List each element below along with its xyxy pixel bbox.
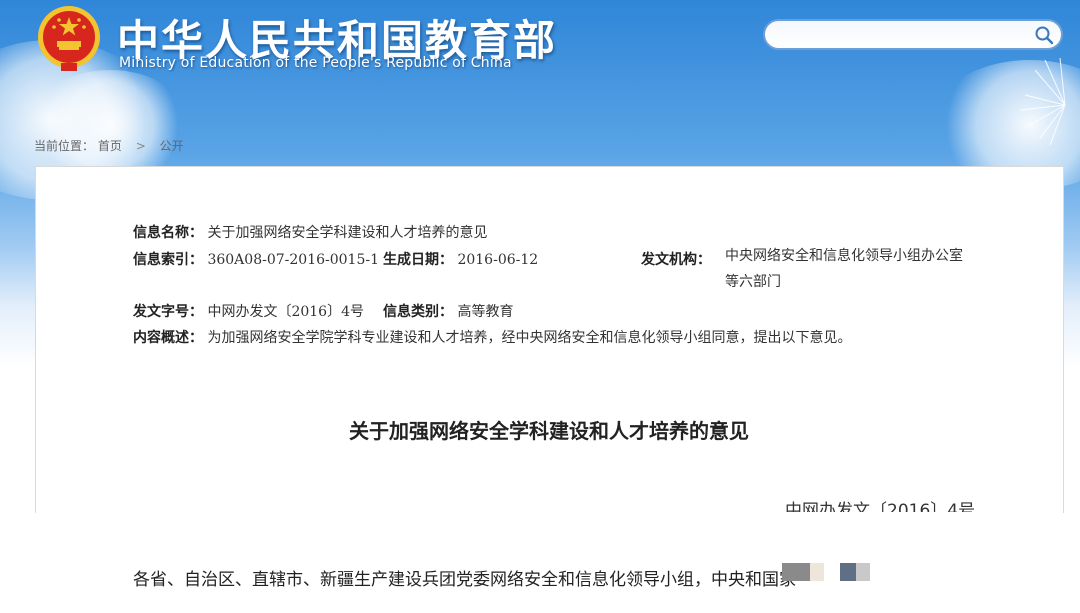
search-box	[763, 19, 1063, 50]
info-category-label: 信息类别：	[383, 304, 453, 320]
blurred-region	[810, 563, 824, 581]
info-issuer-value: 中央网络安全和信息化领导小组办公室等六部门	[725, 248, 963, 290]
info-summary-label: 内容概述：	[133, 330, 203, 346]
cloud-decoration	[30, 70, 190, 180]
info-date-row: 生成日期： 2016-06-12	[383, 249, 538, 269]
info-docnumber-value: 中网办发文〔2016〕4号	[207, 304, 364, 320]
document-salutation: 各省、自治区、直辖市、新疆生产建设兵团党委网络安全和信息化领导小组，中央和国家	[133, 570, 796, 590]
info-docnumber-label: 发文字号：	[133, 304, 203, 320]
document-title: 关于加强网络安全学科建设和人才培养的意见	[349, 419, 749, 443]
info-name-row: 信息名称： 关于加强网络安全学科建设和人才培养的意见	[133, 222, 487, 242]
breadcrumb: 当前位置： 首页 > 公开	[34, 137, 184, 154]
blurred-region	[782, 563, 810, 581]
info-docnumber-row: 发文字号： 中网办发文〔2016〕4号	[133, 301, 364, 321]
info-summary-value: 为加强网络安全学院学科专业建设和人才培养，经中央网络安全和信息化领导小组同意，提…	[207, 330, 852, 346]
info-index-value: 360A08-07-2016-0015-1	[207, 252, 380, 268]
breadcrumb-separator: >	[135, 139, 146, 153]
info-index-label: 信息索引：	[133, 252, 203, 268]
info-summary-row: 内容概述： 为加强网络安全学院学科专业建设和人才培养，经中央网络安全和信息化领导…	[133, 327, 851, 347]
page-overlay	[0, 513, 1080, 613]
blurred-region	[840, 563, 856, 581]
blurred-region	[856, 563, 870, 581]
info-category-row: 信息类别： 高等教育	[383, 301, 513, 321]
dandelion-decoration-icon	[1019, 57, 1066, 146]
info-issuer-label-cell: 发文机构：	[641, 249, 711, 269]
document-number: 中网办发文〔2016〕4号	[785, 501, 976, 512]
site-title-en[interactable]: Ministry of Education of the People's Re…	[119, 55, 512, 71]
info-category-value: 高等教育	[457, 304, 514, 320]
search-icon[interactable]	[1033, 24, 1055, 46]
breadcrumb-label: 当前位置：	[34, 139, 95, 153]
breadcrumb-public-link[interactable]: 公开	[160, 139, 184, 153]
info-name-label: 信息名称：	[133, 225, 203, 241]
info-issuer-label: 发文机构：	[641, 252, 711, 268]
info-index-row: 信息索引： 360A08-07-2016-0015-1	[133, 249, 379, 269]
national-emblem-icon[interactable]	[35, 3, 103, 75]
info-name-value: 关于加强网络安全学科建设和人才培养的意见	[207, 225, 488, 241]
info-date-label: 生成日期：	[383, 252, 453, 268]
search-input[interactable]	[777, 25, 1027, 45]
breadcrumb-home-link[interactable]: 首页	[98, 139, 122, 153]
info-date-value: 2016-06-12	[457, 252, 539, 268]
